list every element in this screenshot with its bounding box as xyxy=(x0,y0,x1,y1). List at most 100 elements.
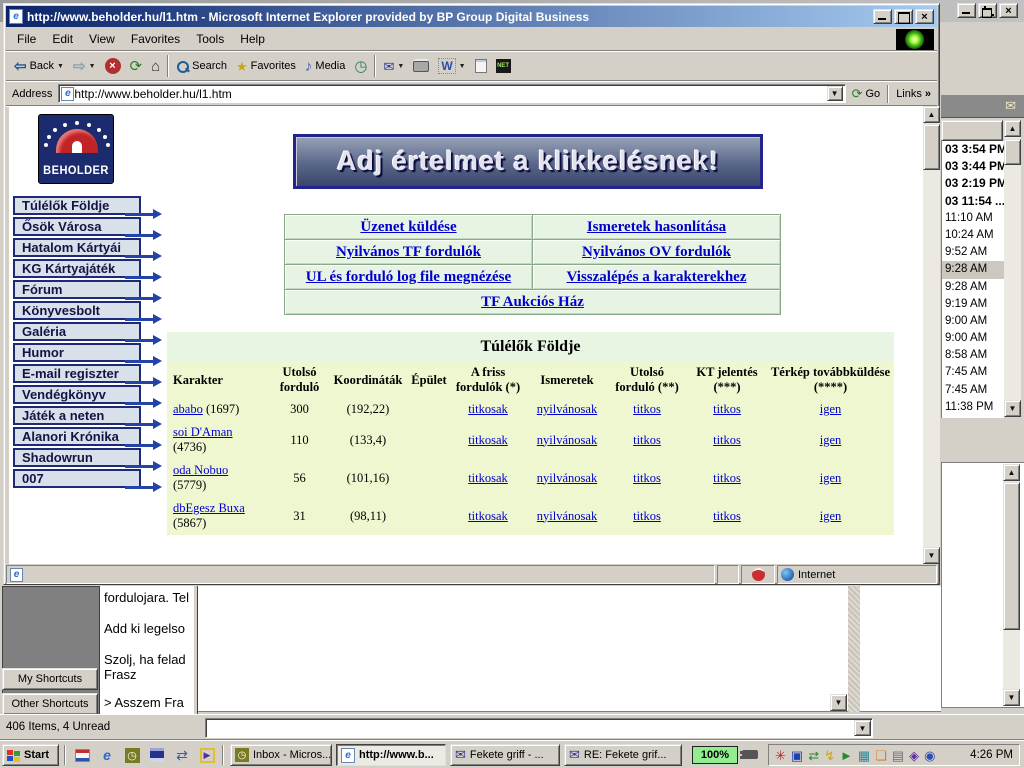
mail-button[interactable]: ✉ ▼ xyxy=(379,54,408,78)
sidebar-item-hatalom-kartyai[interactable]: Hatalom Kártyái xyxy=(13,238,141,257)
ie-minimize-icon[interactable] xyxy=(873,9,892,24)
quicklaunch-ie-icon[interactable]: e xyxy=(97,746,117,764)
link-ul-log-file[interactable]: UL és forduló log file megnézése xyxy=(306,269,511,285)
quicklaunch-clock-icon[interactable]: ◷ xyxy=(122,746,142,764)
links-chevron-icon[interactable]: » xyxy=(925,88,931,100)
list-scroll-thumb[interactable] xyxy=(1004,139,1021,165)
list-item[interactable]: 7:45 AM xyxy=(942,364,1004,381)
battery-indicator[interactable]: 100% xyxy=(692,746,738,764)
kt-link[interactable]: titkos xyxy=(713,433,741,447)
favorites-button[interactable]: ★ Favorites xyxy=(232,54,300,78)
list-item[interactable]: 11:10 AM xyxy=(942,210,1004,227)
body-scroll-down-icon[interactable]: ▼ xyxy=(830,694,847,711)
sidebar-item-osok-varosa[interactable]: Ősök Városa xyxy=(13,217,141,236)
list-item[interactable]: 03 2:19 PM xyxy=(942,175,1004,192)
page-scroll-up-icon[interactable]: ▲ xyxy=(923,106,940,123)
last-link[interactable]: titkos xyxy=(633,433,661,447)
list-item-selected[interactable]: 9:28 AM xyxy=(942,261,1004,278)
menu-edit[interactable]: Edit xyxy=(45,30,80,48)
task-inbox[interactable]: ◷ Inbox - Micros... xyxy=(230,744,332,766)
list-item[interactable]: 8:58 AM xyxy=(942,347,1004,364)
list-scroll-up-icon[interactable]: ▲ xyxy=(1004,120,1021,137)
map-link[interactable]: igen xyxy=(820,509,842,523)
address-dropdown-icon[interactable]: ▼ xyxy=(827,86,843,101)
character-link[interactable]: soi D'Aman xyxy=(173,425,233,439)
refresh-button[interactable]: ⟳ xyxy=(126,54,147,78)
quicklaunch-sync-folder-icon[interactable]: ⇄ xyxy=(172,746,192,764)
link-tf-aukcios-haz[interactable]: TF Aukciós Ház xyxy=(481,294,584,310)
last-link[interactable]: titkos xyxy=(633,471,661,485)
list-item[interactable]: 9:00 AM xyxy=(942,330,1004,347)
upload-tray-icon[interactable]: ► xyxy=(840,749,853,762)
quicklaunch-outlook-icon[interactable] xyxy=(72,746,92,764)
page-scroll-down-icon[interactable]: ▼ xyxy=(923,547,940,564)
home-button[interactable]: ⌂ xyxy=(147,54,164,78)
sidebar-item-007[interactable]: 007 xyxy=(13,469,141,488)
character-link[interactable]: ababo xyxy=(173,402,203,416)
kt-link[interactable]: titkos xyxy=(713,509,741,523)
menu-file[interactable]: File xyxy=(10,30,43,48)
ie-close-icon[interactable]: × xyxy=(915,9,934,24)
start-button[interactable]: Start xyxy=(2,744,59,766)
forward-button[interactable]: ⇨ ▼ xyxy=(69,54,100,78)
other-shortcuts-button[interactable]: Other Shortcuts xyxy=(2,693,98,715)
sidebar-item-shadowrun[interactable]: Shadowrun xyxy=(13,448,141,467)
preview-scroll-thumb[interactable] xyxy=(1003,482,1020,630)
link-visszalepes[interactable]: Visszalépés a karakterekhez xyxy=(567,269,747,285)
list-item[interactable]: 7:45 AM xyxy=(942,382,1004,399)
forward-dropdown-icon[interactable]: ▼ xyxy=(89,63,96,70)
sidebar-item-forum[interactable]: Fórum xyxy=(13,280,141,299)
character-link[interactable]: dbEgesz Buxa xyxy=(173,501,245,515)
sidebar-item-humor[interactable]: Humor xyxy=(13,343,141,362)
window-tray-icon[interactable]: ❏ xyxy=(875,749,887,762)
know-link[interactable]: nyilvánosak xyxy=(537,433,597,447)
discuss-button[interactable] xyxy=(471,54,491,78)
outlook-restore-icon[interactable] xyxy=(978,3,997,18)
magnifier-tray-icon[interactable]: ◉ xyxy=(924,749,935,762)
character-link[interactable]: oda Nobuo xyxy=(173,463,228,477)
messenger-button[interactable]: NET xyxy=(492,54,515,78)
mail-dropdown-icon[interactable]: ▼ xyxy=(397,63,404,70)
sidebar-item-konyvesbolt[interactable]: Könyvesbolt xyxy=(13,301,141,320)
media-button[interactable]: ♪ Media xyxy=(301,54,349,78)
kt-link[interactable]: titkos xyxy=(713,471,741,485)
sidebar-item-alanori-kronika[interactable]: Alanori Krónika xyxy=(13,427,141,446)
task-fekete-griff[interactable]: ✉ Fekete griff - ... xyxy=(450,744,560,766)
sidebar-item-jatek-a-neten[interactable]: Játék a neten xyxy=(13,406,141,425)
list-scrollbar[interactable] xyxy=(1004,137,1021,400)
user-tray-icon[interactable]: ↯ xyxy=(824,749,835,762)
stop-button[interactable]: × xyxy=(101,54,125,78)
map-link[interactable]: igen xyxy=(820,402,842,416)
fresh-link[interactable]: titkosak xyxy=(468,471,508,485)
sidebar-item-vendegkonyv[interactable]: Vendégkönyv xyxy=(13,385,141,404)
quicklaunch-media-player-icon[interactable]: ▶ xyxy=(197,746,217,764)
edit-dropdown-icon[interactable]: ▼ xyxy=(459,63,466,70)
preview-scroll-up-icon[interactable]: ▲ xyxy=(1003,464,1020,481)
page-scroll-thumb[interactable] xyxy=(923,124,940,170)
banner-ad[interactable]: Adj értelmet a klikkelésnek! xyxy=(293,134,763,189)
know-link[interactable]: nyilvánosak xyxy=(537,471,597,485)
go-button[interactable]: ⟳ Go xyxy=(848,84,885,104)
back-dropdown-icon[interactable]: ▼ xyxy=(57,63,64,70)
map-link[interactable]: igen xyxy=(820,471,842,485)
link-ismeretek-hasonlitasa[interactable]: Ismeretek hasonlítása xyxy=(587,219,726,235)
menu-view[interactable]: View xyxy=(82,30,122,48)
link-uzenet-kuldese[interactable]: Üzenet küldése xyxy=(360,219,456,235)
list-item[interactable]: 03 3:54 PM xyxy=(942,141,1004,158)
outlook-minimize-icon[interactable] xyxy=(957,3,976,18)
know-link[interactable]: nyilvánosak xyxy=(537,402,597,416)
list-item[interactable]: 9:19 AM xyxy=(942,296,1004,313)
sidebar-item-email-regiszter[interactable]: E-mail regiszter xyxy=(13,364,141,383)
fresh-link[interactable]: titkosak xyxy=(468,509,508,523)
s-square-tray-icon[interactable]: ▣ xyxy=(791,749,803,762)
print-button[interactable] xyxy=(409,54,433,78)
link-nyilvanos-tf-fordulok[interactable]: Nyilvános TF fordulók xyxy=(336,244,481,260)
address-input[interactable] xyxy=(74,87,826,101)
search-button[interactable]: Search xyxy=(172,54,231,78)
list-item[interactable]: 03 3:44 PM xyxy=(942,158,1004,175)
compose-field[interactable]: ▼ xyxy=(205,718,873,738)
preview-scroll-down-icon[interactable]: ▼ xyxy=(1003,689,1020,706)
task-re-fekete-griff[interactable]: ✉ RE: Fekete grif... xyxy=(564,744,682,766)
sidebar-item-kg-kartyajatek[interactable]: KG Kártyajáték xyxy=(13,259,141,278)
last-link[interactable]: titkos xyxy=(633,402,661,416)
